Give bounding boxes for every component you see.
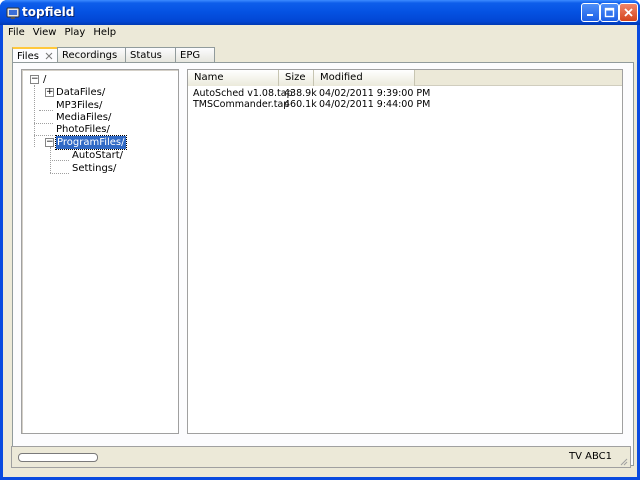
menu-view[interactable]: View	[29, 26, 61, 40]
collapse-icon[interactable]: −	[45, 138, 54, 147]
file-size: 460.1k	[284, 99, 317, 110]
tree-connector	[34, 123, 53, 124]
maximize-icon	[604, 7, 615, 18]
tree-label: Settings/	[72, 163, 117, 174]
file-name: AutoSched v1.08.tap	[193, 88, 293, 99]
folder-tree[interactable]: − / + DataFiles/ MP3Files/ MediaFiles/ P…	[21, 69, 179, 434]
app-window: topfield File View Play Help Files Recor…	[0, 0, 640, 480]
status-bar: TV ABC1	[11, 446, 631, 468]
status-text: TV ABC1	[569, 451, 612, 462]
file-size: 438.9k	[284, 88, 317, 99]
file-list[interactable]: Name Size Modified AutoSched v1.08.tap 4…	[187, 69, 623, 434]
tab-files[interactable]: Files	[12, 47, 58, 63]
tree-label: MP3Files/	[56, 100, 103, 111]
file-name: TMSCommander.tap	[193, 99, 290, 110]
tree-label: AutoStart/	[72, 150, 124, 161]
minimize-button[interactable]	[581, 3, 600, 22]
minimize-icon	[587, 14, 593, 16]
column-header-name[interactable]: Name	[188, 70, 279, 86]
tree-label: MediaFiles/	[56, 112, 112, 123]
tree-connector	[39, 110, 53, 111]
pane-splitter[interactable]	[179, 69, 187, 434]
tab-label: Status	[130, 49, 162, 61]
tree-label: /	[43, 74, 47, 85]
menu-file[interactable]: File	[3, 26, 29, 40]
expand-icon[interactable]: +	[45, 88, 54, 97]
tree-connector	[50, 160, 69, 161]
tab-status[interactable]: Status	[125, 47, 176, 62]
table-row[interactable]: TMSCommander.tap 460.1k 04/02/2011 9:44:…	[188, 99, 622, 110]
files-panel: − / + DataFiles/ MP3Files/ MediaFiles/ P…	[12, 62, 634, 466]
tree-label: PhotoFiles/	[56, 124, 110, 135]
tab-close-icon[interactable]	[45, 52, 53, 61]
tab-recordings[interactable]: Recordings	[57, 47, 126, 62]
menu-bar: File View Play Help	[3, 25, 637, 40]
file-modified: 04/02/2011 9:44:00 PM	[319, 99, 431, 110]
tab-epg[interactable]: EPG	[175, 47, 215, 62]
list-header: Name Size Modified	[188, 70, 622, 86]
collapse-icon[interactable]: −	[30, 75, 39, 84]
tree-connector	[34, 135, 53, 136]
title-bar[interactable]: topfield	[0, 0, 640, 25]
tree-label: ProgramFiles/	[55, 135, 127, 150]
tree-connector	[50, 173, 69, 174]
tree-item-autostart[interactable]: AutoStart/	[72, 149, 123, 162]
window-title: topfield	[22, 5, 75, 19]
tab-strip: Files Recordings Status EPG	[12, 47, 215, 63]
column-header-modified[interactable]: Modified	[314, 70, 415, 86]
tree-connector	[34, 85, 35, 147]
maximize-button[interactable]	[600, 3, 619, 22]
resize-grip-icon[interactable]	[618, 456, 628, 466]
tree-label: DataFiles/	[56, 87, 106, 98]
column-header-size[interactable]: Size	[279, 70, 314, 86]
table-row[interactable]: AutoSched v1.08.tap 438.9k 04/02/2011 9:…	[188, 88, 622, 99]
menu-help[interactable]: Help	[89, 26, 120, 40]
client-area: File View Play Help Files Recordings Sta…	[3, 25, 637, 477]
tree-item-settings[interactable]: Settings/	[72, 162, 116, 175]
progress-bar	[18, 453, 98, 462]
tree-item-photofiles[interactable]: PhotoFiles/	[56, 123, 110, 136]
tab-label: EPG	[180, 49, 201, 61]
tab-label: Recordings	[62, 49, 118, 61]
app-icon	[6, 6, 20, 20]
menu-play[interactable]: Play	[60, 26, 89, 40]
close-icon	[624, 8, 633, 17]
close-button[interactable]	[619, 3, 638, 22]
file-modified: 04/02/2011 9:39:00 PM	[319, 88, 431, 99]
tab-label: Files	[17, 50, 39, 62]
